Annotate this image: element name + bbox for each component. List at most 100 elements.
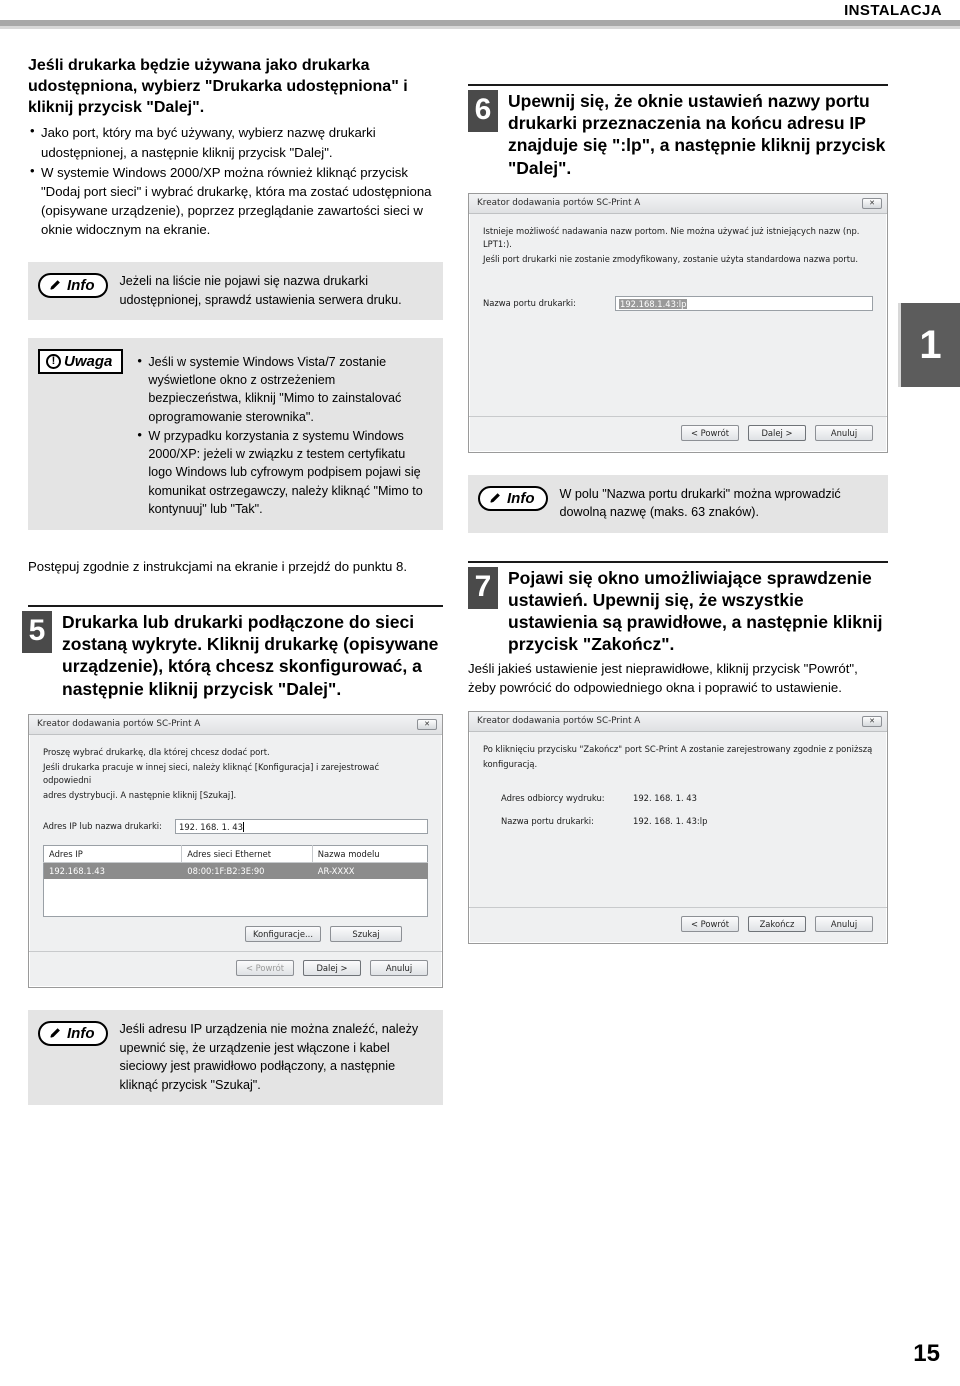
info-callout-text: Jeśli adresu IP urządzenia nie można zna… bbox=[119, 1022, 419, 1092]
warning-callout-text: Jeśli w systemie Windows Vista/7 zostani… bbox=[135, 348, 431, 519]
column-header: Adres IP bbox=[43, 845, 183, 863]
dialog-paragraph: adres dystrybucji. A następnie kliknij [… bbox=[43, 789, 237, 800]
port-name-label: Nazwa portu drukarki: bbox=[483, 298, 576, 309]
document-page: INSTALACJA 1 Jeśli drukarka będzie używa… bbox=[0, 0, 960, 1386]
warning-badge: ! Uwaga bbox=[38, 348, 124, 374]
info-badge: Info bbox=[38, 1020, 108, 1047]
table-row[interactable]: 192.168.1.43 08:00:1F:B2:3E:90 AR-XXXX bbox=[43, 862, 429, 879]
step-title: Pojawi się okno umożliwiające sprawdzeni… bbox=[508, 567, 883, 655]
step-5: 5 Drukarka lub drukarki podłączone do si… bbox=[22, 604, 443, 700]
intro-bold-lead: Jeśli drukarka będzie używana jako druka… bbox=[28, 57, 408, 116]
cell-mac-address: 08:00:1F:B2:3E:90 bbox=[181, 862, 313, 879]
dialog-footer: < Powrót Zakończ Anuluj bbox=[469, 906, 887, 935]
dialog-footer: < Powrót Dalej > Anuluj bbox=[29, 951, 442, 979]
cell-ip-address: 192.168.1.43 bbox=[43, 862, 183, 879]
step-number-badge: 6 bbox=[468, 90, 498, 132]
dialog-titlebar: Kreator dodawania portów SC-Print A ✕ bbox=[469, 711, 887, 732]
dialog-port-name: Kreator dodawania portów SC-Print A ✕ Is… bbox=[468, 192, 888, 453]
close-icon[interactable]: ✕ bbox=[862, 197, 882, 209]
warning-callout: ! Uwaga Jeśli w systemie Windows Vista/7… bbox=[28, 337, 443, 531]
port-name-field-row: Nazwa portu drukarki: 192.168.1.43:lp bbox=[483, 295, 873, 311]
follow-instructions-note: Postępuj zgodnie z instrukcjami na ekran… bbox=[28, 559, 407, 575]
dialog-body: Po kliknięciu przycisku "Zakończ" port S… bbox=[469, 732, 887, 943]
list-item: W przypadku korzystania z systemu Window… bbox=[135, 426, 431, 518]
column-header: Adres sieci Ethernet bbox=[181, 845, 313, 863]
next-button[interactable]: Dalej > bbox=[303, 960, 361, 977]
warning-bullet-list: Jeśli w systemie Windows Vista/7 zostani… bbox=[135, 352, 431, 518]
dialog-paragraph: Istnieje możliwość nadawania nazw portom… bbox=[483, 225, 860, 249]
dialog-confirm-settings: Kreator dodawania portów SC-Print A ✕ Po… bbox=[468, 710, 888, 944]
dialog-select-printer: Kreator dodawania portów SC-Print A ✕ Pr… bbox=[28, 713, 443, 989]
summary-row-port-name: Nazwa portu drukarki: 192. 168. 1. 43:lp bbox=[483, 816, 873, 826]
printer-results-table[interactable]: Adres IP Adres sieci Ethernet Nazwa mode… bbox=[43, 844, 429, 918]
info-badge-label: Info bbox=[67, 1025, 95, 1043]
list-item: Jako port, który ma być używany, wybierz… bbox=[28, 122, 443, 161]
step-number-badge: 5 bbox=[22, 610, 52, 653]
step-subnote: Jeśli jakieś ustawienie jest nieprawidło… bbox=[468, 660, 858, 695]
list-item: Jeśli w systemie Windows Vista/7 zostani… bbox=[135, 352, 431, 426]
configure-button[interactable]: Konfiguracje... bbox=[244, 926, 321, 943]
intro-bullet-list: Jako port, który ma być używany, wybierz… bbox=[28, 122, 443, 240]
next-button[interactable]: Dalej > bbox=[748, 424, 806, 441]
finish-button[interactable]: Zakończ bbox=[748, 915, 806, 932]
dialog-paragraph: Jeśli drukarka pracuje w innej sieci, na… bbox=[43, 761, 380, 785]
close-icon[interactable]: ✕ bbox=[417, 718, 437, 730]
summary-row-destination: Adres odbiorcy wydruku: 192. 168. 1. 43 bbox=[483, 793, 873, 803]
dialog-footer: < Powrót Dalej > Anuluj bbox=[469, 415, 887, 444]
dialog-paragraph: Proszę wybrać drukarkę, dla której chces… bbox=[43, 746, 270, 757]
dialog-footer-button-row: < Powrót Dalej > Anuluj bbox=[483, 424, 873, 441]
back-button[interactable]: < Powrót bbox=[681, 915, 739, 932]
info-callout-text: Jeżeli na liście nie pojawi się nazwa dr… bbox=[119, 274, 402, 307]
pencil-icon bbox=[490, 493, 500, 503]
cancel-button[interactable]: Anuluj bbox=[815, 915, 873, 932]
dialog-body: Istnieje możliwość nadawania nazw portom… bbox=[469, 214, 887, 452]
step-number-badge: 7 bbox=[468, 566, 498, 609]
right-column: 6 Upewnij się, że oknie ustawień nazwy p… bbox=[468, 56, 888, 944]
dialog-paragraph: konfiguracją. bbox=[483, 758, 538, 769]
page-number: 15 bbox=[913, 1340, 940, 1367]
back-button[interactable]: < Powrót bbox=[236, 960, 294, 977]
dialog-footer-button-row: < Powrót Zakończ Anuluj bbox=[483, 915, 873, 932]
column-header: Nazwa modelu bbox=[312, 845, 428, 863]
dialog-title: Kreator dodawania portów SC-Print A bbox=[37, 719, 201, 730]
search-button[interactable]: Szukaj bbox=[330, 926, 402, 943]
warning-badge-label: Uwaga bbox=[64, 352, 113, 370]
step-6: 6 Upewnij się, że oknie ustawień nazwy p… bbox=[468, 84, 888, 179]
ip-address-label: Adres IP lub nazwa drukarki: bbox=[43, 821, 162, 832]
dialog-titlebar: Kreator dodawania portów SC-Print A ✕ bbox=[469, 193, 887, 214]
dialog-footer-button-row: < Powrót Dalej > Anuluj bbox=[43, 960, 428, 977]
info-callout-printer-list: Info Jeżeli na liście nie pojawi się naz… bbox=[28, 262, 443, 320]
port-name-input[interactable]: 192.168.1.43:lp bbox=[615, 295, 873, 311]
left-column: Jeśli drukarka będzie używana jako druka… bbox=[22, 56, 443, 1105]
ip-address-input[interactable]: 192. 168. 1. 43 bbox=[175, 818, 428, 834]
dialog-title: Kreator dodawania portów SC-Print A bbox=[477, 716, 641, 727]
info-badge: Info bbox=[478, 485, 548, 511]
exclamation-icon: ! bbox=[46, 353, 61, 369]
dialog-paragraph: Po kliknięciu przycisku "Zakończ" port S… bbox=[483, 743, 873, 754]
dialog-titlebar: Kreator dodawania portów SC-Print A ✕ bbox=[29, 714, 442, 735]
dialog-body: Proszę wybrać drukarkę, dla której chces… bbox=[29, 735, 442, 988]
info-callout-port-name: Info W polu "Nazwa portu drukarki" można… bbox=[468, 474, 888, 533]
list-item: W systemie Windows 2000/XP można również… bbox=[28, 162, 443, 240]
step-7: 7 Pojawi się okno umożliwiające sprawdze… bbox=[468, 560, 888, 697]
step-title: Upewnij się, że oknie ustawień nazwy por… bbox=[508, 91, 886, 178]
page-header-title: INSTALACJA bbox=[844, 2, 942, 19]
step-title: Drukarka lub drukarki podłączone do siec… bbox=[62, 611, 439, 699]
cancel-button[interactable]: Anuluj bbox=[815, 424, 873, 441]
cancel-button[interactable]: Anuluj bbox=[370, 960, 428, 977]
summary-key: Adres odbiorcy wydruku: bbox=[501, 792, 605, 803]
summary-key: Nazwa portu drukarki: bbox=[501, 815, 594, 826]
pencil-icon bbox=[50, 1028, 60, 1039]
info-badge: Info bbox=[38, 272, 108, 299]
chapter-tab-marker: 1 bbox=[898, 303, 960, 387]
dialog-paragraph: Jeśli port drukarki nie zostanie zmodyfi… bbox=[483, 253, 859, 264]
dialog-mid-button-row: Konfiguracje... Szukaj bbox=[43, 926, 428, 943]
cell-model-name: AR-XXXX bbox=[312, 862, 429, 879]
header-divider-rule bbox=[0, 20, 960, 29]
dialog-title: Kreator dodawania portów SC-Print A bbox=[477, 198, 641, 209]
back-button[interactable]: < Powrót bbox=[681, 424, 739, 441]
table-header-row: Adres IP Adres sieci Ethernet Nazwa mode… bbox=[43, 845, 428, 863]
close-icon[interactable]: ✕ bbox=[862, 715, 882, 727]
summary-value: 192. 168. 1. 43 bbox=[633, 792, 697, 803]
ip-address-field-row: Adres IP lub nazwa drukarki: 192. 168. 1… bbox=[43, 818, 428, 834]
